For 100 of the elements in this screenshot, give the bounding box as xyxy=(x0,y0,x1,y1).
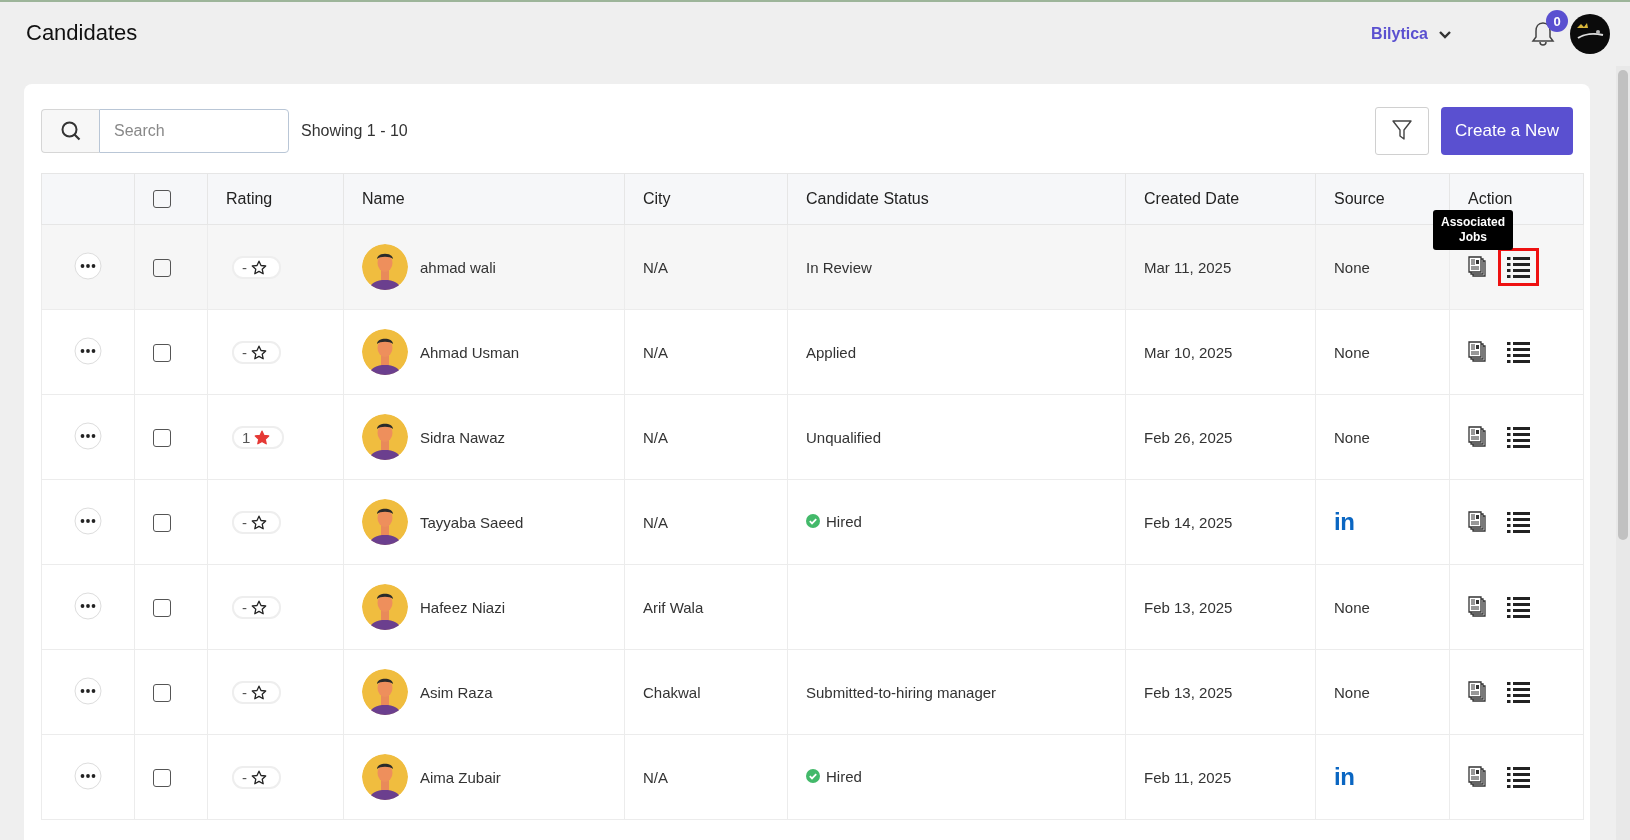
column-header: Created Date xyxy=(1144,190,1240,207)
checkbox[interactable] xyxy=(153,258,171,277)
filter-button[interactable] xyxy=(1375,107,1430,155)
avatar-drawing xyxy=(362,244,408,290)
column-header: City xyxy=(643,190,671,207)
more-options-icon[interactable] xyxy=(74,506,102,535)
status-text: Unqualified xyxy=(806,428,882,446)
check-circle-icon xyxy=(806,769,820,784)
column-header: Action xyxy=(1468,190,1513,207)
documents-icon[interactable] xyxy=(1468,511,1488,533)
rating-value: - xyxy=(242,683,247,701)
avatar-drawing xyxy=(362,754,408,800)
column-header: Candidate Status xyxy=(806,190,929,207)
chevron-down-icon[interactable] xyxy=(1438,28,1452,40)
status-text: Hired xyxy=(826,767,862,785)
more-options-icon[interactable] xyxy=(74,761,102,790)
rating-pill[interactable]: - xyxy=(232,680,281,704)
company-dropdown[interactable]: Bilytica xyxy=(1371,21,1452,47)
checkbox[interactable] xyxy=(153,343,171,362)
rating-value: - xyxy=(242,343,247,361)
documents-icon[interactable] xyxy=(1468,426,1488,448)
documents-icon[interactable] xyxy=(1468,256,1488,278)
checkbox[interactable] xyxy=(153,683,171,702)
more-options-icon[interactable] xyxy=(74,251,102,280)
avatar-drawing xyxy=(362,584,408,630)
list-icon xyxy=(1507,510,1530,534)
filter-icon xyxy=(1392,120,1413,142)
status-text: In Review xyxy=(806,258,872,276)
rating-value: - xyxy=(242,513,247,531)
list-icon xyxy=(1507,680,1530,704)
create-button[interactable]: Create a New xyxy=(1441,107,1573,155)
documents-icon[interactable] xyxy=(1468,596,1488,618)
candidate-name[interactable]: Hafeez Niazi xyxy=(420,598,506,616)
rating-pill[interactable]: - xyxy=(232,340,281,364)
source-text: None xyxy=(1334,598,1370,616)
list-icon xyxy=(1507,765,1530,789)
source-text: None xyxy=(1334,683,1370,701)
avatar-drawing xyxy=(362,669,408,715)
avatar-drawing xyxy=(362,414,408,460)
rating-pill[interactable]: 1 xyxy=(232,425,285,449)
date-text: Feb 14, 2025 xyxy=(1144,513,1233,531)
city-text: N/A xyxy=(643,258,668,276)
scrollbar-thumb[interactable] xyxy=(1618,70,1628,540)
checkbox[interactable] xyxy=(153,513,171,532)
list-button[interactable] xyxy=(1498,248,1539,286)
checkbox[interactable] xyxy=(153,598,171,617)
candidate-name[interactable]: Aima Zubair xyxy=(420,768,501,786)
status-text: Submitted-to-hiring manager xyxy=(806,683,997,701)
checkbox[interactable] xyxy=(153,768,171,787)
documents-icon[interactable] xyxy=(1468,766,1488,788)
column-header: Name xyxy=(362,190,405,207)
rating-pill[interactable]: - xyxy=(232,765,281,789)
rating-pill[interactable]: - xyxy=(232,510,281,534)
status-text: Hired xyxy=(826,512,862,530)
documents-icon[interactable] xyxy=(1468,341,1488,363)
source-text: None xyxy=(1334,343,1370,361)
city-text: N/A xyxy=(643,513,668,531)
page-title: Candidates xyxy=(26,20,139,46)
more-options-icon[interactable] xyxy=(74,591,102,620)
list-icon xyxy=(1507,425,1530,449)
city-text: Chakwal xyxy=(643,683,701,701)
source-text: None xyxy=(1334,428,1370,446)
rating-value: 1 xyxy=(242,428,251,446)
search-button[interactable] xyxy=(41,109,99,153)
more-options-icon[interactable] xyxy=(74,676,102,705)
city-text: N/A xyxy=(643,343,668,361)
search-field[interactable]: Search xyxy=(99,109,289,153)
rating-value: - xyxy=(242,258,247,276)
candidate-name[interactable]: Sidra Nawaz xyxy=(420,428,506,446)
linkedin-logo[interactable]: in xyxy=(1334,508,1355,535)
rating-value: - xyxy=(242,768,247,786)
checkbox[interactable] xyxy=(153,190,171,209)
more-options-icon[interactable] xyxy=(74,421,102,450)
documents-icon[interactable] xyxy=(1468,681,1488,703)
candidate-name[interactable]: Tayyaba Saeed xyxy=(420,513,524,531)
list-icon xyxy=(1507,595,1530,619)
candidate-name[interactable]: Ahmad Usman xyxy=(420,343,520,361)
date-text: Feb 13, 2025 xyxy=(1144,683,1233,701)
column-header: Source xyxy=(1334,190,1385,207)
date-text: Feb 26, 2025 xyxy=(1144,428,1233,446)
column-header: Rating xyxy=(226,190,273,207)
candidate-name[interactable]: Asim Raza xyxy=(420,683,493,701)
notification-count: 0 xyxy=(1546,10,1568,32)
checkbox[interactable] xyxy=(153,428,171,447)
city-text: N/A xyxy=(643,428,668,446)
list-icon xyxy=(1507,255,1530,279)
more-options-icon[interactable] xyxy=(74,336,102,365)
date-text: Feb 11, 2025 xyxy=(1144,768,1232,786)
source-text: None xyxy=(1334,258,1370,276)
date-text: Mar 11, 2025 xyxy=(1144,258,1232,276)
rating-pill[interactable]: - xyxy=(232,255,281,279)
tooltip: Associated Jobs xyxy=(1433,210,1513,250)
date-text: Mar 10, 2025 xyxy=(1144,343,1233,361)
date-text: Feb 13, 2025 xyxy=(1144,598,1233,616)
linkedin-logo[interactable]: in xyxy=(1334,763,1355,790)
rating-value: - xyxy=(242,598,247,616)
candidate-name[interactable]: ahmad wali xyxy=(420,258,496,276)
city-text: Arif Wala xyxy=(643,598,704,616)
bell-icon[interactable] xyxy=(1530,20,1556,48)
rating-pill[interactable]: - xyxy=(232,595,281,619)
